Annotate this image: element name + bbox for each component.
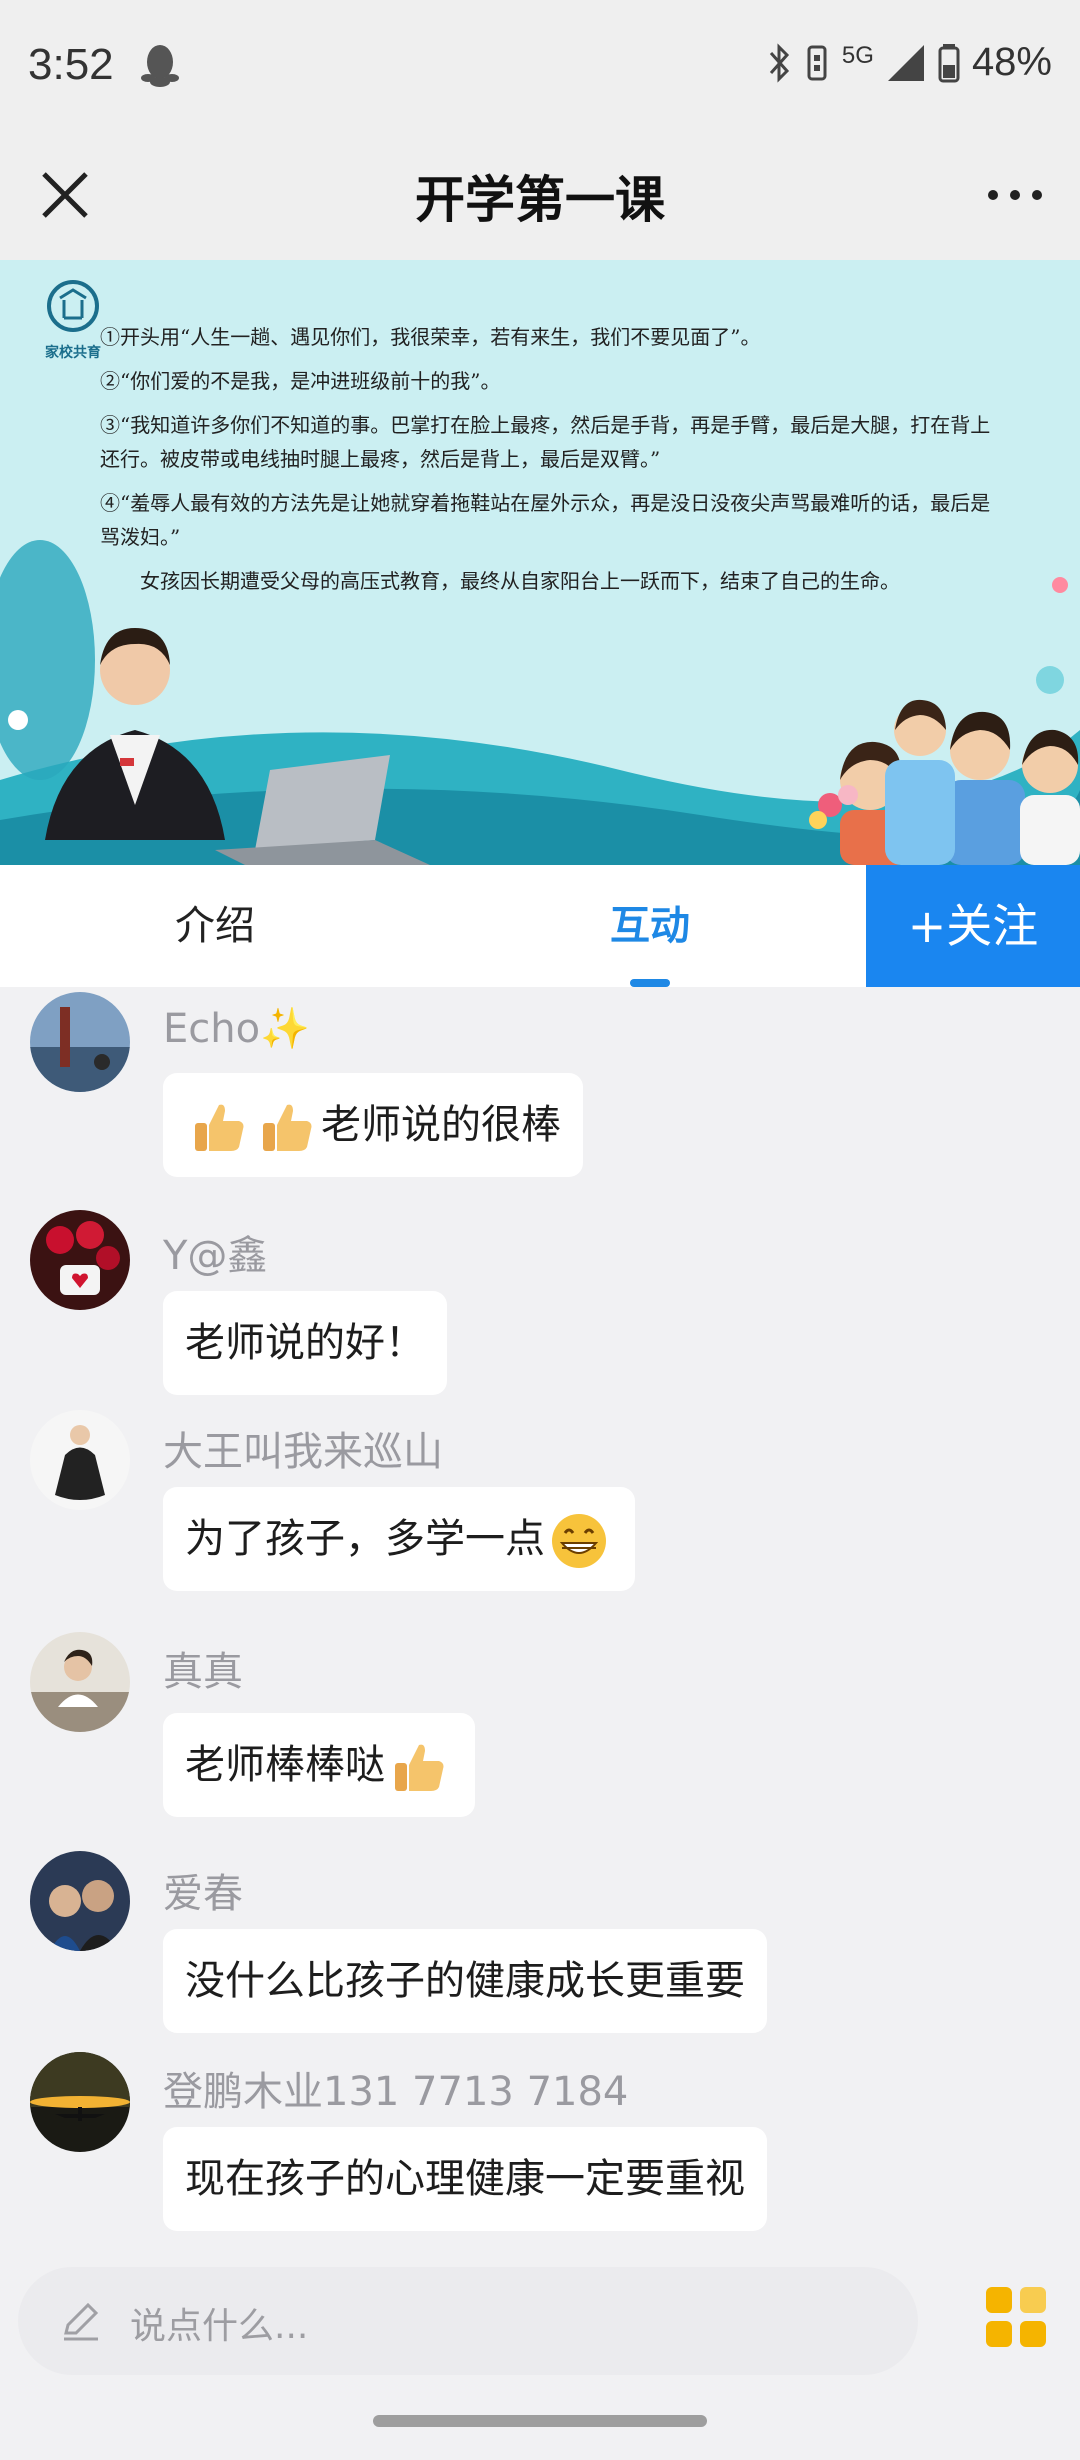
message-text: 没什么比孩子的健康成长更重要 bbox=[185, 1958, 745, 2004]
slide-line: ①开头用“人生一趟、遇见你们，我很荣幸，若有来生，我们不要见面了”。 bbox=[100, 325, 761, 349]
network-type: 5G bbox=[841, 41, 874, 69]
status-time: 3:52 bbox=[28, 40, 114, 89]
message-bubble[interactable]: 老师说的好！ bbox=[163, 1291, 447, 1395]
message-bubble[interactable]: 没什么比孩子的健康成长更重要 bbox=[163, 1929, 767, 2033]
avatar[interactable] bbox=[30, 1410, 130, 1510]
avatar[interactable] bbox=[30, 1851, 130, 1951]
tab-interact-label: 互动 bbox=[610, 903, 690, 949]
user-name[interactable]: 大王叫我来巡山 bbox=[163, 1419, 443, 1477]
avatar[interactable] bbox=[30, 1210, 130, 1310]
status-right: 5G 48% bbox=[766, 40, 1052, 85]
bluetooth-icon bbox=[769, 42, 789, 83]
vibrate-icon bbox=[807, 45, 827, 80]
signal-icon bbox=[887, 44, 924, 81]
tab-intro[interactable]: 介绍 bbox=[120, 865, 310, 987]
apps-grid-icon[interactable] bbox=[984, 2285, 1048, 2349]
grinning-face-icon bbox=[552, 1514, 606, 1568]
active-tab-indicator bbox=[630, 979, 670, 987]
user-name[interactable]: Echo✨ bbox=[163, 1005, 310, 1052]
slide-line: ③“我知道许多你们不知道的事。巴掌打在脸上最疼，然后是手背，再是手臂，最后是大腿… bbox=[100, 413, 991, 471]
page-title: 开学第一课 bbox=[415, 171, 665, 229]
slide-line: ②“你们爱的不是我，是冲进班级前十的我”。 bbox=[100, 369, 501, 393]
message-text: 现在孩子的心理健康一定要重视 bbox=[185, 2156, 745, 2202]
more-options-icon[interactable] bbox=[980, 160, 1050, 230]
slide-line: 女孩因长期遭受父母的高压式教育，最终从自家阳台上一跃而下，结束了自己的生命。 bbox=[140, 569, 900, 593]
message-bubble[interactable]: 老师棒棒哒 bbox=[163, 1713, 475, 1817]
chat-list[interactable]: Echo✨ 老师说的很棒 Y@鑫 老师说的好！ 大王叫我来巡山 为了孩子，多学一… bbox=[0, 987, 1080, 2245]
message-text: 老师说的好！ bbox=[185, 1320, 425, 1366]
avatar[interactable] bbox=[30, 1632, 130, 1732]
message-bubble[interactable]: 老师说的很棒 bbox=[163, 1073, 583, 1177]
battery-icon bbox=[938, 43, 960, 82]
thumbs-up-icon bbox=[263, 1104, 312, 1151]
comment-bar: 说点什么... bbox=[0, 2245, 1080, 2395]
avatar[interactable] bbox=[30, 992, 130, 1092]
home-indicator-bar bbox=[0, 2395, 1080, 2460]
school-logo-icon bbox=[47, 280, 99, 332]
pen-icon bbox=[64, 2302, 99, 2341]
message-bubble[interactable]: 现在孩子的心理健康一定要重视 bbox=[163, 2127, 767, 2231]
tab-interact[interactable]: 互动 bbox=[555, 865, 745, 987]
home-indicator[interactable] bbox=[373, 2415, 707, 2427]
avatar[interactable] bbox=[30, 2052, 130, 2152]
battery-percent: 48% bbox=[971, 40, 1052, 84]
user-name[interactable]: 登鹏木业131 7713 7184 bbox=[163, 2059, 628, 2117]
user-name[interactable]: 爱春 bbox=[163, 1861, 243, 1919]
thumbs-up-icon bbox=[195, 1104, 244, 1151]
qq-penguin-icon bbox=[141, 45, 179, 87]
slide-line: ④“羞辱人最有效的方法先是让她就穿着拖鞋站在屋外示众，再是没日没夜尖声骂最难听的… bbox=[100, 491, 991, 549]
thumbs-up-icon bbox=[395, 1744, 444, 1791]
comment-placeholder: 说点什么... bbox=[130, 2306, 309, 2347]
status-bar: 3:52 5G 48% bbox=[0, 0, 1080, 130]
comment-input[interactable]: 说点什么... bbox=[18, 2267, 918, 2375]
message-text: 老师棒棒哒 bbox=[185, 1742, 385, 1788]
message-bubble[interactable]: 为了孩子，多学一点 bbox=[163, 1487, 635, 1591]
nav-bar: 开学第一课 bbox=[0, 130, 1080, 260]
user-name[interactable]: 真真 bbox=[163, 1639, 243, 1697]
video-player[interactable]: 家校共育 ①开头用“人生一趟、遇见你们，我很荣幸，若有来生，我们不要见面了”。 … bbox=[0, 260, 1080, 865]
message-text: 为了孩子，多学一点 bbox=[185, 1516, 545, 1562]
follow-button[interactable]: +关注 bbox=[866, 865, 1080, 987]
user-name[interactable]: Y@鑫 bbox=[163, 1223, 267, 1281]
school-logo: 家校共育 bbox=[38, 278, 108, 362]
slide-text: ①开头用“人生一趟、遇见你们，我很荣幸，若有来生，我们不要见面了”。 ②“你们爱… bbox=[100, 320, 1000, 608]
school-logo-text: 家校共育 bbox=[45, 345, 101, 361]
message-text: 老师说的很棒 bbox=[321, 1102, 561, 1148]
